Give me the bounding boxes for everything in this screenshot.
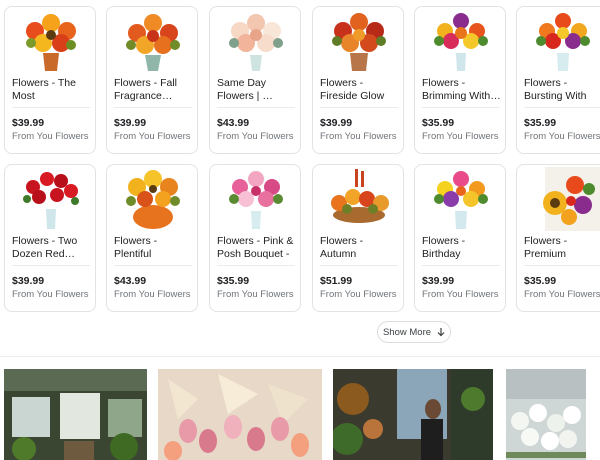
product-title: Flowers - Fireside Glow Bouquet - … xyxy=(320,77,385,102)
image-results-strip xyxy=(0,369,600,460)
divider xyxy=(320,107,398,108)
product-title: Flowers - Bursting With Joy Bouqu… xyxy=(524,77,587,102)
product-title: Flowers - Autumn Harvest… xyxy=(320,235,364,260)
product-price: $39.99 xyxy=(12,117,45,129)
section-divider xyxy=(0,356,600,357)
product-price: $43.99 xyxy=(217,117,250,129)
divider xyxy=(422,107,500,108)
product-title: Flowers - Two Dozen Red… xyxy=(12,235,78,260)
product-price: $39.99 xyxy=(320,117,353,129)
product-price: $39.99 xyxy=(422,275,455,287)
product-grid: Flowers - The Most Appealing… $39.99 Fro… xyxy=(4,6,600,312)
product-price: $35.99 xyxy=(422,117,455,129)
flower-bouquet-image xyxy=(543,167,600,231)
product-row: Flowers - The Most Appealing… $39.99 Fro… xyxy=(4,6,600,154)
product-card[interactable]: Flowers - Plentiful Pumpkin… $43.99 From… xyxy=(106,164,198,312)
product-card[interactable]: Flowers - Autumn Harvest… $51.99 From Yo… xyxy=(312,164,404,312)
flower-bouquet-image xyxy=(332,13,386,71)
product-card[interactable]: Flowers - Fall Fragrance… $39.99 From Yo… xyxy=(106,6,198,154)
divider xyxy=(524,265,600,266)
divider xyxy=(217,265,295,266)
flower-bouquet-image xyxy=(536,13,590,71)
product-card[interactable]: Flowers - Bursting With Joy Bouqu… $35.9… xyxy=(516,6,600,154)
product-card[interactable]: Flowers - Pink & Posh Bouquet - … $35.99… xyxy=(209,164,301,312)
shop-interior-image[interactable] xyxy=(4,369,147,460)
divider xyxy=(114,107,192,108)
show-more-label: Show More xyxy=(382,326,432,338)
flower-bouquet-image xyxy=(126,14,180,71)
chevron-down-icon xyxy=(437,327,445,336)
product-title: Same Day Flowers | … xyxy=(217,77,273,102)
product-title: Flowers - Pink & Posh Bouquet - … xyxy=(217,235,294,260)
product-price: $43.99 xyxy=(114,275,147,287)
flower-bouquet-image xyxy=(434,13,488,71)
product-row: Flowers - Two Dozen Red… $39.99 From You… xyxy=(4,164,600,312)
product-price: $35.99 xyxy=(524,117,557,129)
divider xyxy=(217,107,295,108)
product-card[interactable]: Same Day Flowers | … $43.99 From You Flo… xyxy=(209,6,301,154)
product-price: $39.99 xyxy=(114,117,147,129)
product-price: $51.99 xyxy=(320,275,353,287)
product-seller: From You Flowers xyxy=(217,289,294,300)
flower-bouquet-image xyxy=(229,171,283,229)
product-price: $35.99 xyxy=(217,275,250,287)
product-seller: From You Flowers xyxy=(524,131,600,142)
product-seller: From You Flowers xyxy=(114,289,191,300)
product-card[interactable]: Flowers - Two Dozen Red… $39.99 From You… xyxy=(4,164,96,312)
product-title: Flowers - The Most Appealing… xyxy=(12,77,76,102)
product-card[interactable]: Flowers - The Most Appealing… $39.99 Fro… xyxy=(4,6,96,154)
flower-bouquet-image xyxy=(126,170,180,229)
divider xyxy=(524,107,600,108)
product-title: Flowers - Birthday Sprinkles… xyxy=(422,235,466,260)
product-price: $39.99 xyxy=(12,275,45,287)
tulips-image[interactable] xyxy=(158,369,322,460)
product-title: Flowers - Fall Fragrance… xyxy=(114,77,178,102)
flower-bouquet-image xyxy=(26,14,76,71)
divider xyxy=(422,265,500,266)
florist-shop-image[interactable] xyxy=(333,369,493,460)
product-price: $35.99 xyxy=(524,275,557,287)
flower-bouquet-image xyxy=(23,172,79,229)
product-card[interactable]: Flowers - Brimming With… $35.99 From You… xyxy=(414,6,506,154)
product-seller: From You Flowers xyxy=(422,289,499,300)
product-seller: From You Flowers xyxy=(320,131,397,142)
product-seller: From You Flowers xyxy=(114,131,191,142)
flower-bouquet-image xyxy=(229,14,283,71)
product-seller: From You Flowers xyxy=(217,131,294,142)
show-more-button[interactable]: Show More xyxy=(377,321,451,343)
product-seller: From You Flowers xyxy=(12,131,89,142)
product-title: Flowers - Premium Florist… xyxy=(524,235,568,260)
product-seller: From You Flowers xyxy=(12,289,89,300)
divider xyxy=(320,265,398,266)
product-seller: From You Flowers xyxy=(320,289,397,300)
divider xyxy=(114,265,192,266)
product-card[interactable]: Flowers - Birthday Sprinkles… $39.99 Fro… xyxy=(414,164,506,312)
product-seller: From You Flowers xyxy=(524,289,600,300)
product-seller: From You Flowers xyxy=(422,131,499,142)
product-title: Flowers - Brimming With… xyxy=(422,77,501,102)
product-card[interactable]: Flowers - Premium Florist… $35.99 From Y… xyxy=(516,164,600,312)
flower-bouquet-image xyxy=(331,169,389,223)
divider xyxy=(12,107,90,108)
product-title: Flowers - Plentiful Pumpkin… xyxy=(114,235,158,260)
white-flowers-image[interactable] xyxy=(506,369,586,460)
divider xyxy=(12,265,90,266)
flower-bouquet-image xyxy=(434,171,488,229)
product-card[interactable]: Flowers - Fireside Glow Bouquet - … $39.… xyxy=(312,6,404,154)
